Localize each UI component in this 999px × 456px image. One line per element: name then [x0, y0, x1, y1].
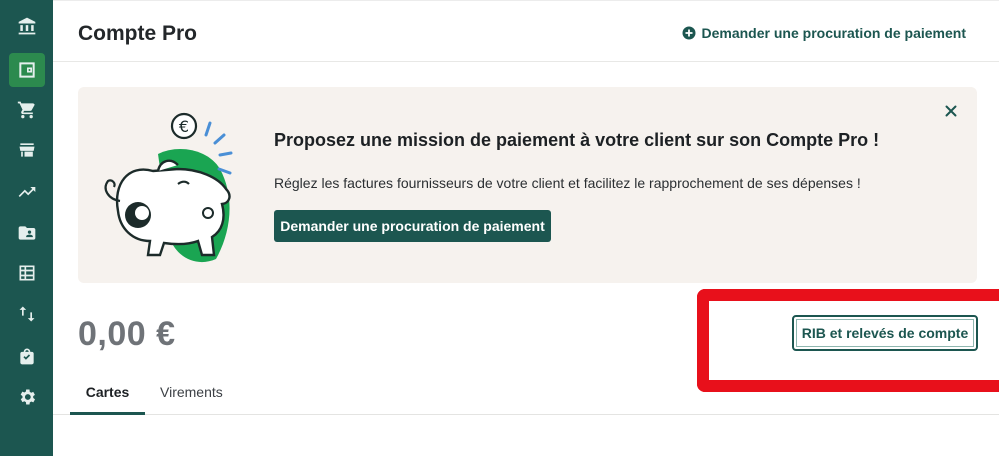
close-icon — [945, 105, 957, 117]
request-payment-proxy-link[interactable]: Demander une procuration de paiement — [682, 25, 967, 41]
store-icon — [19, 143, 35, 157]
gear-icon — [20, 389, 35, 405]
cart-icon — [17, 101, 35, 119]
sidebar-item-settings[interactable] — [9, 380, 45, 414]
sidebar-item-wallet[interactable] — [9, 53, 45, 87]
plus-circle-icon — [682, 26, 695, 40]
banner-request-proxy-button[interactable]: Demander une procuration de paiement — [274, 210, 551, 242]
tab-virements[interactable]: Virements — [160, 384, 223, 415]
bag-icon — [20, 348, 34, 365]
piggy-bank-illustration: € — [104, 112, 233, 263]
promo-banner: € Proposez une mission de paiement à vot… — [78, 87, 977, 283]
wallet-icon — [19, 62, 35, 78]
svg-text:€: € — [179, 117, 189, 136]
folder-account-icon — [18, 226, 36, 240]
sidebar-item-bank[interactable] — [9, 9, 45, 43]
sidebar — [0, 0, 53, 456]
page-header: Compte Pro Demander une procuration de p… — [53, 0, 999, 62]
tab-cartes[interactable]: Cartes — [70, 384, 145, 415]
table-icon — [19, 265, 35, 281]
sidebar-item-transfers[interactable] — [9, 297, 45, 331]
trending-up-icon — [18, 187, 36, 197]
rib-statements-button[interactable]: RIB et relevés de compte — [792, 315, 978, 351]
account-tabs: Cartes Virements — [53, 372, 999, 415]
request-payment-proxy-label: Demander une procuration de paiement — [701, 25, 967, 41]
page-title: Compte Pro — [78, 22, 198, 45]
banner-close-button[interactable] — [943, 103, 959, 119]
sidebar-item-cart[interactable] — [9, 93, 45, 127]
banner-title: Proposez une mission de paiement à votre… — [274, 130, 880, 150]
transfer-icon — [19, 306, 35, 322]
sidebar-item-store[interactable] — [9, 133, 45, 167]
account-balance: 0,00 € — [78, 315, 176, 353]
sidebar-item-table[interactable] — [9, 256, 45, 290]
sidebar-item-documents[interactable] — [9, 216, 45, 250]
sidebar-item-analytics[interactable] — [9, 175, 45, 209]
banner-description: Réglez les factures fournisseurs de votr… — [274, 175, 861, 191]
bank-icon — [18, 17, 36, 35]
sidebar-item-shop[interactable] — [9, 339, 45, 373]
